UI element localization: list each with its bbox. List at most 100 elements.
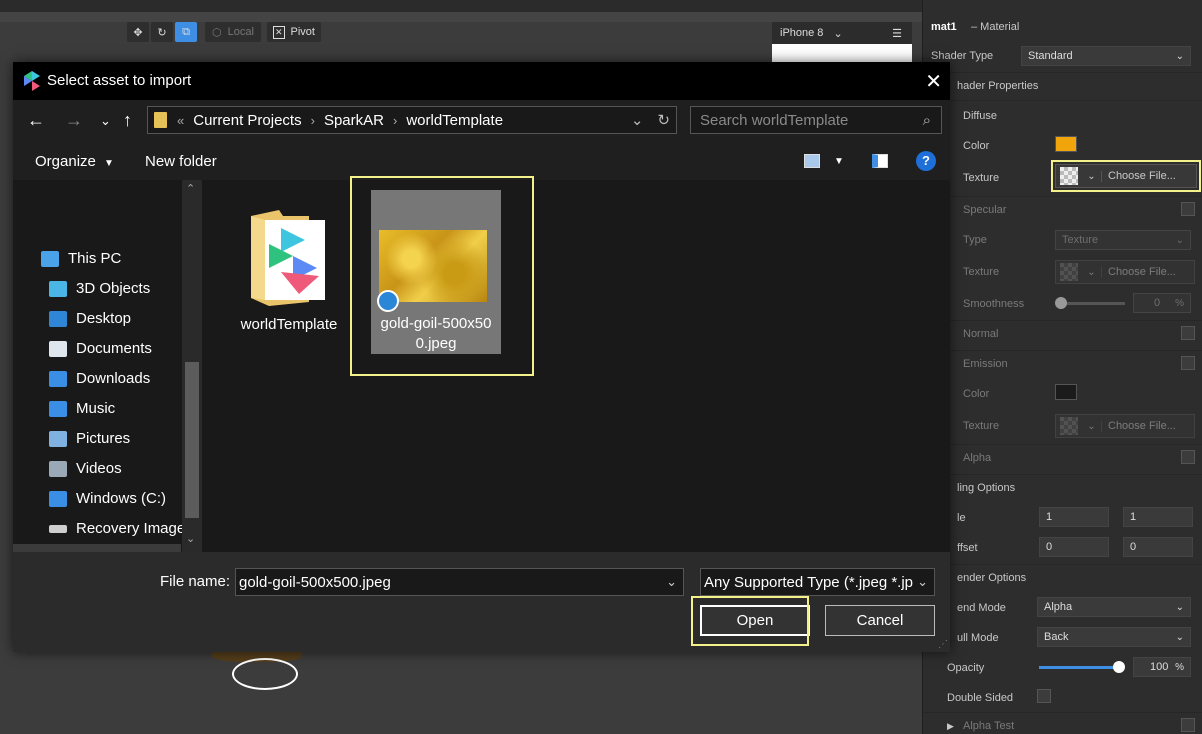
diffuse-color-swatch[interactable] [1055,136,1077,152]
smoothness-slider-knob[interactable] [1055,297,1067,309]
cull-mode-label: ull Mode [957,632,999,644]
nav-item[interactable]: Videos [49,460,122,477]
chevron-down-icon[interactable]: ⌄ [1082,170,1102,182]
help-icon[interactable]: ? [916,151,936,171]
normal-checkbox[interactable] [1181,326,1195,340]
specular-texture-picker[interactable]: ⌄ Choose File... [1055,260,1195,284]
preview-pane-icon[interactable] [872,154,888,168]
opacity-input[interactable]: 100 % [1133,657,1191,677]
specular-texture-label: Texture [963,266,1000,278]
scroll-down-icon[interactable]: ⌄ [186,532,195,545]
nav-item[interactable]: Desktop [49,310,131,327]
breadcrumb-current-projects[interactable]: Current Projects [193,112,301,129]
forward-arrow-icon[interactable]: → [65,110,83,131]
chevron-down-icon[interactable]: ⌄ [631,111,644,129]
menu-icon[interactable]: ☰ [892,27,902,40]
choose-file-button[interactable]: Choose File... [1102,170,1182,182]
cull-mode-select[interactable]: Back ⌄ [1037,627,1191,647]
diffuse-texture-picker[interactable]: ⌄ Choose File... [1051,160,1201,192]
overflow-chevron-icon[interactable]: « [177,113,184,128]
new-folder-button[interactable]: New folder [145,153,217,170]
resize-grip-icon[interactable]: ⋰ [938,639,948,650]
scale-y-input[interactable]: 1 [1123,507,1193,527]
choose-file-button[interactable]: Choose File... [1102,420,1182,432]
nav-item[interactable]: 3D Objects [49,280,150,297]
nav-item-label: Downloads [76,370,151,387]
double-sided-checkbox[interactable] [1037,689,1051,703]
opacity-slider-knob[interactable] [1113,661,1125,673]
render-options-label: ender Options [957,572,1027,584]
nav-item[interactable]: Windows (C:) [49,490,166,507]
pictures-icon [49,430,67,447]
device-selector[interactable]: iPhone 8 ⌄ ☰ [772,22,912,44]
edge-browser-icon [377,290,399,312]
dialog-title: Select asset to import [47,72,192,89]
back-arrow-icon[interactable]: ← [27,110,45,131]
open-button[interactable]: Open [700,605,810,636]
nav-item[interactable]: FILES (E:) [13,544,181,552]
file-gold-goil-jpeg[interactable]: gold-goil-500x50 0.jpeg [371,190,501,354]
breadcrumb-separator-icon[interactable]: › [311,113,315,128]
cancel-button[interactable]: Cancel [825,605,935,636]
specular-checkbox[interactable] [1181,202,1195,216]
local-toggle[interactable]: ⬡ Local [205,22,261,42]
scroll-up-icon[interactable]: ⌃ [186,182,195,195]
object-type: – Material [971,21,1020,33]
chevron-down-icon[interactable]: ⌄ [666,574,677,590]
organize-button[interactable]: Organize ▼ [35,153,114,170]
nav-item[interactable]: Documents [49,340,152,357]
nav-item[interactable]: Downloads [49,370,150,387]
plane-tracker-ring[interactable] [232,658,298,690]
chevron-down-icon[interactable]: ⌄ [1082,420,1102,432]
nav-item[interactable]: Recovery Image [49,520,185,537]
search-input[interactable]: Search worldTemplate ⌕ [690,106,942,134]
file-name-input[interactable]: gold-goil-500x500.jpeg ⌄ [235,568,684,596]
image-thumbnail [379,230,487,302]
address-bar[interactable]: « Current Projects › SparkAR › worldTemp… [147,106,677,134]
chevron-down-icon[interactable]: ⌄ [1082,266,1102,278]
alpha-test-checkbox[interactable] [1181,718,1195,732]
object-name: mat1 [931,21,957,33]
breadcrumb-sparkar[interactable]: SparkAR [324,112,384,129]
file-name-value: gold-goil-500x500.jpeg [239,573,391,591]
scale-x-input[interactable]: 1 [1039,507,1109,527]
desktop-icon [49,310,67,327]
recent-locations-chevron-icon[interactable]: ⌄ [100,113,111,129]
nav-item[interactable]: Music [49,400,115,417]
emission-checkbox[interactable] [1181,356,1195,370]
emission-color-swatch[interactable] [1055,384,1077,400]
nav-item[interactable]: Pictures [49,430,130,447]
refresh-icon[interactable]: ↻ [657,111,670,129]
file-type-select[interactable]: Any Supported Type (*.jpeg *.jp ⌄ [700,568,935,596]
close-icon[interactable]: ✕ [925,69,942,94]
emission-texture-picker[interactable]: ⌄ Choose File... [1055,414,1195,438]
breadcrumb-worldtemplate[interactable]: worldTemplate [406,112,503,129]
choose-file-button[interactable]: Choose File... [1102,266,1182,278]
breadcrumb-separator-icon[interactable]: › [393,113,397,128]
alpha-checkbox[interactable] [1181,450,1195,464]
specular-label: Specular [963,204,1007,216]
offset-x-input[interactable]: 0 [1039,537,1109,557]
search-icon[interactable]: ⌕ [923,112,931,129]
smoothness-input[interactable]: 0 % [1133,293,1191,313]
specular-type-select[interactable]: Texture ⌄ [1055,230,1191,250]
nav-item-label: Windows (C:) [76,490,167,507]
folder-worldtemplate[interactable]: worldTemplate [239,200,339,340]
viewport-topbar [0,0,922,12]
rotate-tool-icon[interactable]: ↻ [151,22,173,42]
expand-arrow-icon[interactable]: ▶ [947,721,954,732]
blend-mode-select[interactable]: Alpha ⌄ [1037,597,1191,617]
move-tool-icon[interactable]: ✥ [127,22,149,42]
view-options-caret-icon[interactable]: ▼ [834,156,844,167]
up-arrow-icon[interactable]: ↑ [123,110,132,131]
smoothness-slider[interactable] [1057,302,1125,305]
nav-item[interactable]: This PC [41,250,121,267]
change-view-icon[interactable] [804,154,820,168]
scale-tool-icon[interactable]: ⧉ [175,22,197,42]
offset-y-input[interactable]: 0 [1123,537,1193,557]
music-icon [49,400,67,417]
nav-scrollbar-thumb[interactable] [185,362,199,518]
pivot-toggle[interactable]: ✕ Pivot [267,22,321,42]
shader-type-select[interactable]: Standard ⌄ [1021,46,1191,66]
search-placeholder: Search worldTemplate [700,111,849,129]
